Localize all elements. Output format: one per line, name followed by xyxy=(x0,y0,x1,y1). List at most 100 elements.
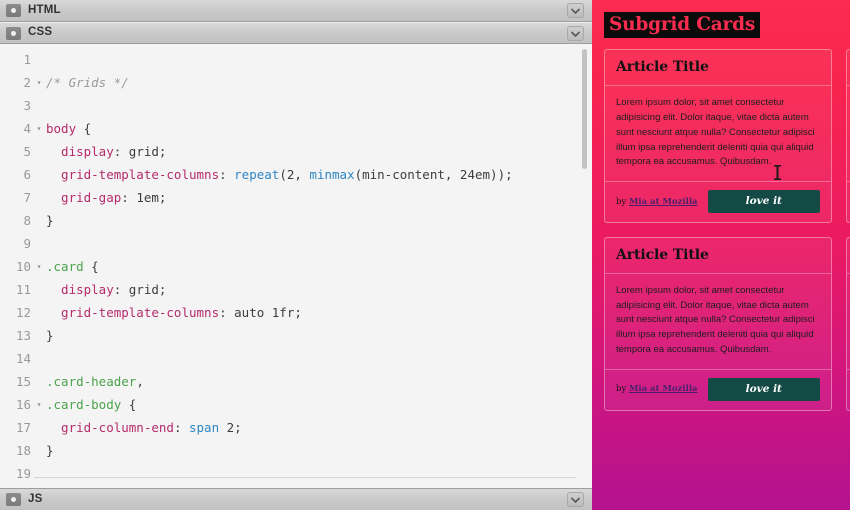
code-line[interactable]: 19 xyxy=(0,462,592,485)
code-line-text: } xyxy=(44,328,54,343)
chevron-down-icon-html[interactable] xyxy=(567,3,584,18)
code-line-text: grid-template-columns: auto 1fr; xyxy=(44,305,302,320)
code-token: , xyxy=(136,374,144,389)
css-code-area[interactable]: 1 2 ▾/* Grids */3 4 ▾ body {5 display: grid; 6… xyxy=(0,44,592,488)
card-title: Article Title xyxy=(616,247,709,264)
code-line[interactable]: 3 xyxy=(0,94,592,117)
pane-header-html[interactable]: HTML xyxy=(0,0,592,22)
code-token: grid; xyxy=(128,282,167,297)
app-root: HTML CSS 1 2 ▾/* Grids */3 4 ▾ body {5 displa… xyxy=(0,0,850,510)
code-line[interactable]: 5 display: grid; xyxy=(0,140,592,163)
code-token: grid-template-columns xyxy=(46,167,220,182)
line-number: 3 xyxy=(23,98,31,113)
code-line[interactable]: 17 grid-column-end: span 2; xyxy=(0,416,592,439)
chevron-down-icon-js[interactable] xyxy=(567,492,584,507)
code-line-text: } xyxy=(44,443,54,458)
line-number: 12 xyxy=(15,305,31,320)
code-token: /* Grids */ xyxy=(46,75,129,90)
code-editor-pane: HTML CSS 1 2 ▾/* Grids */3 4 ▾ body {5 displa… xyxy=(0,0,592,510)
code-token: : xyxy=(219,305,235,320)
code-line-text: grid-column-end: span 2; xyxy=(44,420,242,435)
line-number: 8 xyxy=(23,213,31,228)
code-vertical-scrollbar[interactable] xyxy=(581,46,587,488)
code-line[interactable]: 8} xyxy=(0,209,592,232)
line-number: 19 xyxy=(15,466,31,481)
pen-icon xyxy=(6,493,21,506)
code-line[interactable]: 1 xyxy=(0,48,592,71)
code-token: } xyxy=(46,443,54,458)
code-line[interactable]: 18} xyxy=(0,439,592,462)
code-token: : xyxy=(173,420,189,435)
code-line[interactable]: 9 xyxy=(0,232,592,255)
code-line[interactable]: 13} xyxy=(0,324,592,347)
code-line-text: } xyxy=(44,213,54,228)
byline-author-link[interactable]: Mia at Mozilla xyxy=(629,197,698,207)
card-body: Lorem ipsum dolor, sit amet consectetur … xyxy=(605,86,831,183)
code-token: .card xyxy=(46,259,84,274)
pane-label-html: HTML xyxy=(28,3,61,16)
card-byline: by Mia at Mozilla xyxy=(616,197,698,207)
pane-header-js[interactable]: JS xyxy=(0,488,592,510)
code-token: display xyxy=(46,144,114,159)
code-line-text: /* Grids */ xyxy=(44,75,129,90)
byline-prefix: by xyxy=(616,384,629,395)
page-title: Subgrid Cards xyxy=(604,12,761,39)
love-it-button[interactable]: love it xyxy=(707,190,820,214)
code-token: span xyxy=(189,420,220,435)
chevron-down-icon-css[interactable] xyxy=(567,26,584,41)
code-line-text: .card { xyxy=(44,259,99,274)
code-token: } xyxy=(46,213,54,228)
code-token: : xyxy=(113,282,129,297)
love-it-button[interactable]: love it xyxy=(707,377,820,401)
code-token: 1em; xyxy=(136,190,167,205)
code-line[interactable]: 6 grid-template-columns: repeat(2, minma… xyxy=(0,163,592,186)
card-footer: by Mia at Mozilla love it xyxy=(605,370,831,410)
code-line[interactable]: 14 xyxy=(0,347,592,370)
code-line[interactable]: 4 ▾ body { xyxy=(0,117,592,140)
line-number: 4 xyxy=(23,121,31,136)
code-line[interactable]: 2 ▾/* Grids */ xyxy=(0,71,592,94)
line-number: 14 xyxy=(15,351,31,366)
byline-author-link[interactable]: Mia at Mozilla xyxy=(629,384,698,394)
code-lines-container[interactable]: 1 2 ▾/* Grids */3 4 ▾ body {5 display: grid; 6… xyxy=(0,44,592,488)
fold-toggle-icon[interactable]: ▾ xyxy=(34,255,44,278)
code-token: 2; xyxy=(219,420,242,435)
code-line[interactable]: 12 grid-template-columns: auto 1fr; xyxy=(0,301,592,324)
line-number: 7 xyxy=(23,190,31,205)
code-token: { xyxy=(83,259,99,274)
line-number: 16 xyxy=(15,397,31,412)
code-token: (2, xyxy=(279,167,310,182)
pane-header-css[interactable]: CSS xyxy=(0,22,592,44)
code-line[interactable]: 15 .card-header, xyxy=(0,370,592,393)
article-card: Article TitleLorem ipsum dolor, sit amet… xyxy=(846,49,850,224)
code-line[interactable]: 16 ▾ .card-body { xyxy=(0,393,592,416)
code-line[interactable]: 7 grid-gap: 1em; xyxy=(0,186,592,209)
line-number: 9 xyxy=(23,236,31,251)
fold-toggle-icon[interactable]: ▾ xyxy=(34,71,44,94)
code-token: { xyxy=(121,397,137,412)
scrollbar-thumb[interactable] xyxy=(582,49,587,169)
byline-prefix: by xyxy=(616,196,629,207)
pane-label-js: JS xyxy=(28,492,43,505)
line-number: 10 xyxy=(15,259,31,274)
code-token: grid-gap xyxy=(46,190,122,205)
code-token: display xyxy=(46,282,114,297)
line-number: 17 xyxy=(15,420,31,435)
code-token: (min-content, 24em)); xyxy=(354,167,513,182)
code-bottom-rule xyxy=(34,477,576,478)
article-card: Article TitleLorem ipsum dolor, sit amet… xyxy=(604,49,832,224)
article-card: Article TitleLorem ipsum dolor, sit amet… xyxy=(846,237,850,411)
code-line[interactable]: 11 display: grid; xyxy=(0,278,592,301)
code-line-text: display: grid; xyxy=(44,144,166,159)
line-number: 1 xyxy=(23,52,31,67)
code-token: repeat xyxy=(234,167,280,182)
code-line-text: grid-template-columns: repeat(2, minmax(… xyxy=(44,167,513,182)
card-footer: by Mia at Mozilla love it xyxy=(605,182,831,222)
pen-icon xyxy=(6,4,21,17)
fold-toggle-icon[interactable]: ▾ xyxy=(34,393,44,416)
fold-toggle-icon[interactable]: ▾ xyxy=(34,117,44,140)
card-body-text: Lorem ipsum dolor, sit amet consectetur … xyxy=(616,97,815,168)
code-token: : xyxy=(219,167,235,182)
code-line[interactable]: 10 ▾ .card { xyxy=(0,255,592,278)
code-token: } xyxy=(46,328,54,343)
